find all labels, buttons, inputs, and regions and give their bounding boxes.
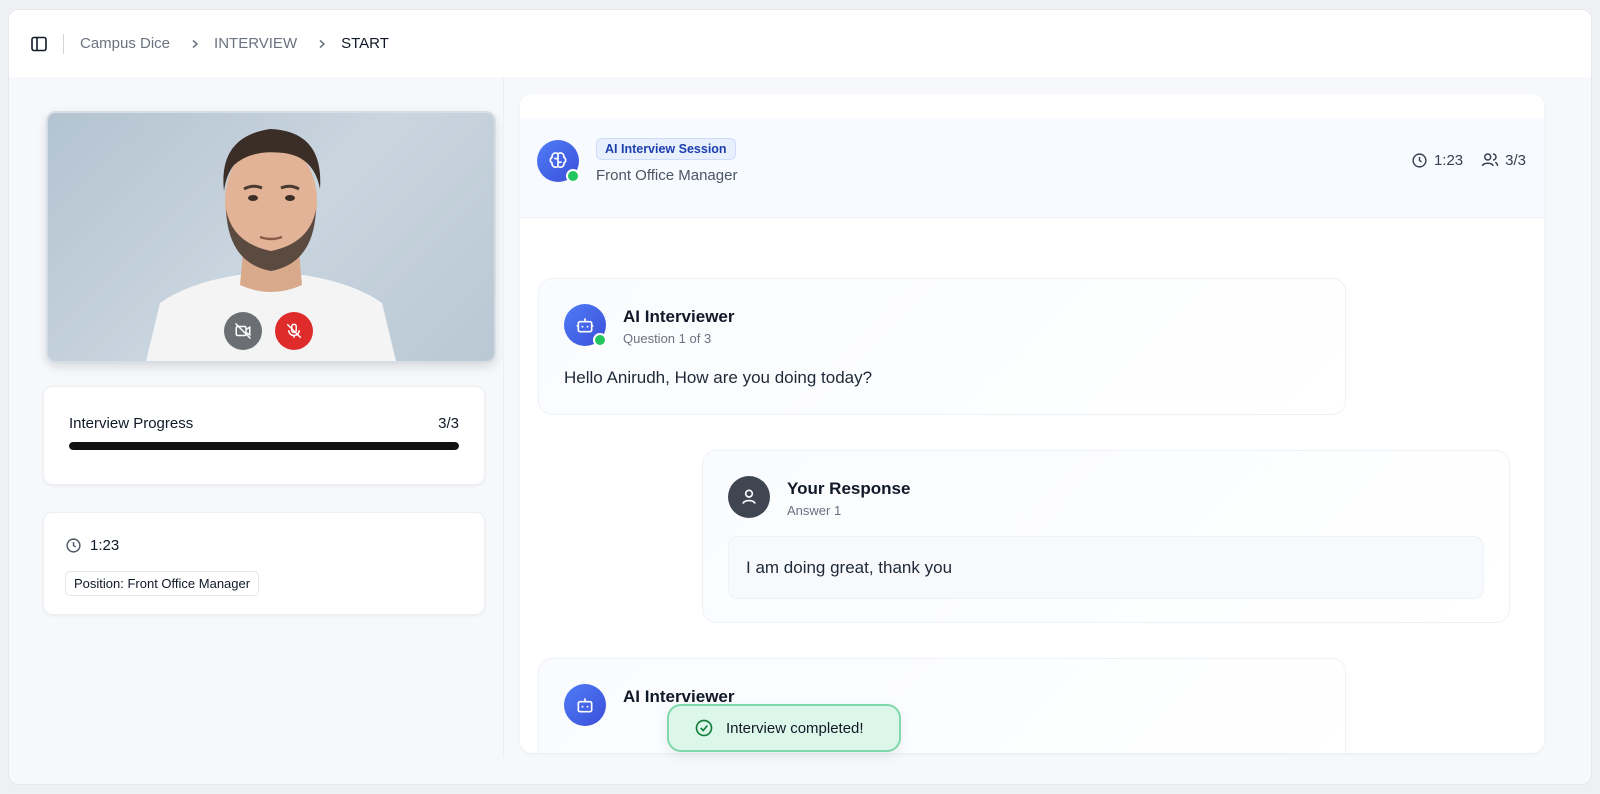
- progress-bar-fill: [69, 442, 459, 450]
- question-count: 3/3: [1505, 151, 1526, 169]
- breadcrumb-start: START: [341, 35, 389, 52]
- message-author: AI Interviewer: [623, 307, 735, 326]
- ai-interviewer-avatar: [564, 684, 606, 726]
- bot-icon: [577, 698, 593, 713]
- column-divider: [503, 77, 504, 757]
- check-circle-icon: [695, 719, 713, 737]
- divider: [63, 33, 64, 54]
- candidate-video-image: [146, 129, 396, 361]
- progress-bar: [69, 442, 459, 450]
- session-header: AI Interview Session Front Office Manage…: [520, 118, 1544, 218]
- message-subtitle: Question 1 of 3: [623, 331, 712, 346]
- message-text: I am doing great, thank you: [746, 557, 953, 577]
- app-frame: Campus Dice INTERVIEW START Interview Pr…: [8, 9, 1592, 785]
- video-preview: [46, 111, 496, 363]
- bot-icon: [576, 318, 594, 333]
- breadcrumb-interview[interactable]: INTERVIEW: [214, 35, 297, 52]
- user-icon: [742, 489, 756, 504]
- user-avatar: [728, 476, 770, 518]
- chevron-right-icon: [190, 39, 200, 49]
- ai-session-avatar: [537, 140, 580, 183]
- video-off-icon: [234, 322, 252, 340]
- message-author: Your Response: [787, 479, 911, 498]
- breadcrumb-campus-dice[interactable]: Campus Dice: [80, 35, 170, 52]
- session-info-card: 1:23 Position: Front Office Manager: [43, 512, 485, 615]
- toast-message: Interview completed!: [726, 719, 864, 737]
- ai-question-message: AI Interviewer: [538, 658, 1346, 753]
- sidebar-toggle-icon[interactable]: [29, 34, 49, 54]
- user-response-message: Your Response Answer 1 I am doing great,…: [702, 450, 1510, 623]
- users-icon: [1481, 153, 1499, 167]
- success-toast: Interview completed!: [667, 704, 901, 752]
- progress-label: Interview Progress: [69, 415, 194, 432]
- interview-progress-card: Interview Progress 3/3: [43, 386, 485, 485]
- online-status-dot: [566, 169, 580, 183]
- clock-icon: [1412, 152, 1427, 168]
- elapsed-timer: 1:23: [90, 537, 120, 554]
- camera-toggle-button[interactable]: [224, 312, 262, 350]
- brain-icon: [549, 152, 567, 169]
- mic-off-icon: [286, 323, 302, 339]
- answer-text-box: I am doing great, thank you: [728, 536, 1484, 599]
- message-subtitle: Answer 1: [787, 503, 842, 518]
- message-text: Hello Anirudh, How are you doing today?: [564, 368, 873, 387]
- session-badge: AI Interview Session: [596, 138, 736, 160]
- progress-count: 3/3: [438, 415, 459, 432]
- clock-icon: [66, 538, 81, 553]
- online-status-dot: [593, 333, 607, 347]
- session-timer: 1:23: [1433, 151, 1464, 169]
- interview-chat-panel: AI Interview Session Front Office Manage…: [520, 94, 1544, 753]
- chevron-right-icon: [317, 39, 327, 49]
- microphone-toggle-button[interactable]: [275, 312, 313, 350]
- position-badge: Position: Front Office Manager: [65, 571, 260, 596]
- top-bar: Campus Dice INTERVIEW START: [9, 10, 1591, 77]
- ai-question-message: AI Interviewer Question 1 of 3 Hello Ani…: [538, 278, 1346, 415]
- ai-interviewer-avatar: [564, 304, 607, 347]
- session-role: Front Office Manager: [596, 167, 738, 184]
